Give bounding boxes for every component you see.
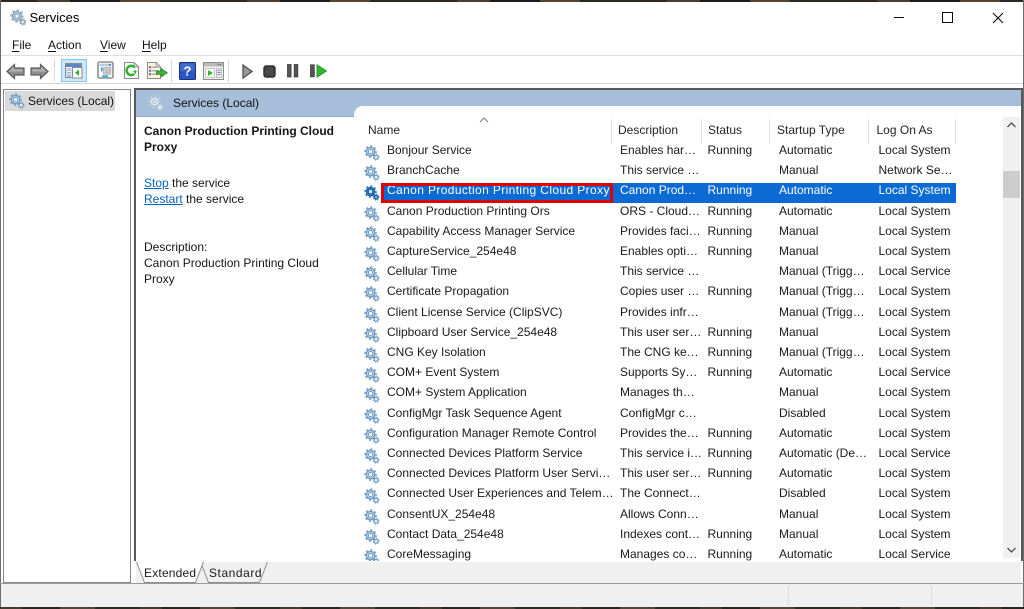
svg-text:Extended: Extended [144, 566, 196, 580]
svg-text:Standard: Standard [209, 566, 262, 580]
svg-text:?: ? [184, 64, 192, 79]
